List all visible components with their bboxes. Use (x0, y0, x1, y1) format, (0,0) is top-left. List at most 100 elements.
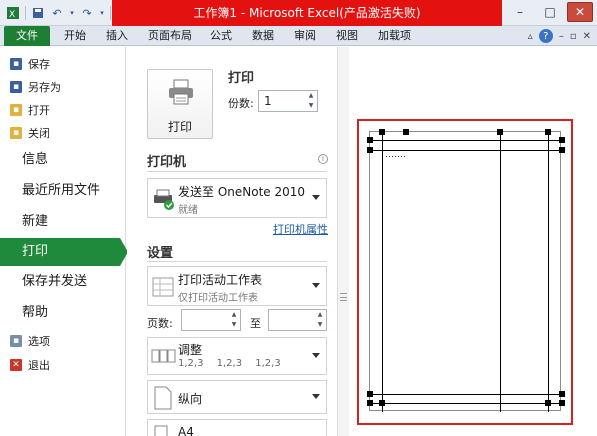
minimize-button[interactable]: – (507, 2, 533, 22)
margin-handle[interactable] (367, 137, 373, 143)
options-icon: ▪ (10, 335, 22, 347)
preview-highlight-frame (357, 119, 573, 425)
chevron-down-icon (312, 195, 320, 200)
nav-help[interactable]: 帮助 (0, 299, 126, 327)
tab-view[interactable]: 视图 (336, 26, 358, 46)
nav-save-as[interactable]: ▪ 另存为 (10, 78, 61, 96)
print-button-label: 打印 (167, 120, 192, 134)
nav-close[interactable]: ▪ 关闭 (10, 124, 50, 142)
tab-formulas[interactable]: 公式 (210, 26, 232, 46)
undo-icon[interactable]: ↶ (50, 6, 64, 20)
pages-to-label: 至 (250, 317, 261, 330)
open-folder-icon: ▪ (10, 104, 22, 116)
tab-page-layout[interactable]: 页面布局 (148, 26, 192, 46)
margin-handle[interactable] (545, 400, 551, 406)
nav-info[interactable]: 信息 (0, 146, 126, 174)
header-line (370, 150, 562, 151)
margin-handle[interactable] (367, 391, 373, 397)
toolbar-separator (25, 6, 26, 20)
portrait-page-icon (154, 386, 172, 410)
spin-down-icon[interactable]: ▼ (316, 321, 324, 329)
pages-from-input[interactable]: ▲ ▼ (181, 309, 241, 331)
print-button[interactable]: 打印 (147, 69, 213, 139)
paper-size-value: A4 (178, 425, 194, 436)
pages-to-input[interactable]: ▲ ▼ (268, 309, 327, 331)
nav-save-as-label: 另存为 (28, 81, 61, 94)
nav-new[interactable]: 新建 (0, 208, 126, 236)
nav-save[interactable]: ▪ 保存 (10, 55, 50, 73)
nav-save-send[interactable]: 保存并发送 (0, 268, 126, 296)
doc-minimize-icon[interactable]: – (559, 31, 564, 42)
paper-size-dropdown[interactable]: A4 (147, 419, 327, 436)
spin-down-icon[interactable]: ▼ (230, 321, 238, 329)
nav-options[interactable]: ▪ 选项 (10, 332, 50, 350)
close-button[interactable]: ✕ (567, 2, 593, 22)
margin-handle[interactable] (545, 129, 551, 135)
collate-order: 1,2,3 1,2,3 1,2,3 (178, 358, 281, 369)
column-line (500, 132, 501, 412)
copies-label: 份数: (228, 97, 254, 110)
orientation-dropdown[interactable]: 纵向 (147, 380, 327, 414)
collapse-ribbon-icon[interactable]: ▵ (528, 31, 533, 42)
margin-handle[interactable] (379, 129, 385, 135)
spin-up-icon[interactable]: ▲ (230, 311, 238, 319)
redo-dropdown-icon[interactable]: ▾ (99, 6, 105, 20)
toolbar-separator (110, 6, 111, 20)
printer-heading: 打印机 (147, 155, 187, 170)
doc-restore-icon[interactable]: ▫ (570, 31, 577, 42)
print-preview-area (349, 47, 597, 436)
maximize-button[interactable]: □ (537, 2, 563, 22)
nav-save-label: 保存 (28, 58, 50, 71)
nav-exit[interactable]: ✕ 退出 (10, 356, 50, 374)
margin-handle[interactable] (367, 400, 373, 406)
tab-home[interactable]: 开始 (64, 26, 86, 46)
excel-window: X ↶ ▾ ↷ ▾ ▾ 工作簿1 - Microsoft Excel(产品激活失… (0, 0, 597, 436)
margin-handle[interactable] (497, 129, 503, 135)
margin-handle[interactable] (559, 400, 565, 406)
settings-scrollbar[interactable] (337, 47, 349, 436)
tab-insert[interactable]: 插入 (106, 26, 128, 46)
nav-open-label: 打开 (28, 104, 50, 117)
nav-recent[interactable]: 最近所用文件 (0, 177, 126, 205)
printer-device-icon (154, 189, 174, 210)
nav-print[interactable]: 打印 (0, 238, 128, 266)
collate-dropdown[interactable]: 调整 1,2,3 1,2,3 1,2,3 (147, 337, 327, 375)
printer-dropdown[interactable]: 发送至 OneNote 2010 就绪 (147, 178, 327, 218)
backstage-nav: ▪ 保存 ▪ 另存为 ▪ 打开 ▪ 关闭 信息 最近所用文件 新建 打印 保存并… (0, 47, 128, 436)
tab-data[interactable]: 数据 (252, 26, 274, 46)
save-icon[interactable] (31, 6, 45, 20)
print-scope-dropdown[interactable]: 打印活动工作表 仅打印活动工作表 (147, 266, 327, 306)
margin-handle[interactable] (367, 147, 373, 153)
printer-icon (169, 79, 193, 105)
redo-icon[interactable]: ↷ (80, 6, 94, 20)
margin-handle[interactable] (379, 400, 385, 406)
svg-text:X: X (9, 10, 15, 20)
margin-line-top (370, 140, 562, 141)
ribbon-tabs: 文件 开始 插入 页面布局 公式 数据 审阅 视图 加载项 ▵ ? – ▫ ✕ (0, 26, 597, 46)
footer-line (370, 394, 562, 395)
printer-properties-link[interactable]: 打印机属性 (273, 221, 328, 237)
scrollbar-grip[interactable] (340, 293, 347, 301)
margin-handle[interactable] (559, 147, 565, 153)
tab-file[interactable]: 文件 (4, 26, 50, 46)
copies-input[interactable]: 1 ▲ ▼ (258, 90, 318, 112)
margin-handle[interactable] (559, 391, 565, 397)
paper-icon (154, 425, 168, 436)
nav-open[interactable]: ▪ 打开 (10, 101, 50, 119)
nav-exit-label: 退出 (28, 359, 50, 372)
undo-dropdown-icon[interactable]: ▾ (69, 6, 75, 20)
spin-down-icon[interactable]: ▼ (307, 102, 315, 110)
help-icon[interactable]: ? (538, 29, 553, 43)
tab-review[interactable]: 审阅 (294, 26, 316, 46)
title-bar: X ↶ ▾ ↷ ▾ ▾ 工作簿1 - Microsoft Excel(产品激活失… (0, 0, 597, 26)
margin-handle[interactable] (559, 137, 565, 143)
section-divider (147, 261, 327, 262)
pages-label: 页数: (147, 317, 173, 330)
info-icon[interactable]: i (318, 154, 328, 164)
doc-close-icon[interactable]: ✕ (583, 31, 591, 42)
tab-addins[interactable]: 加载项 (378, 26, 411, 46)
margin-handle[interactable] (403, 129, 409, 135)
print-heading: 打印 (228, 71, 255, 86)
spin-up-icon[interactable]: ▲ (316, 311, 324, 319)
spin-up-icon[interactable]: ▲ (307, 92, 315, 100)
